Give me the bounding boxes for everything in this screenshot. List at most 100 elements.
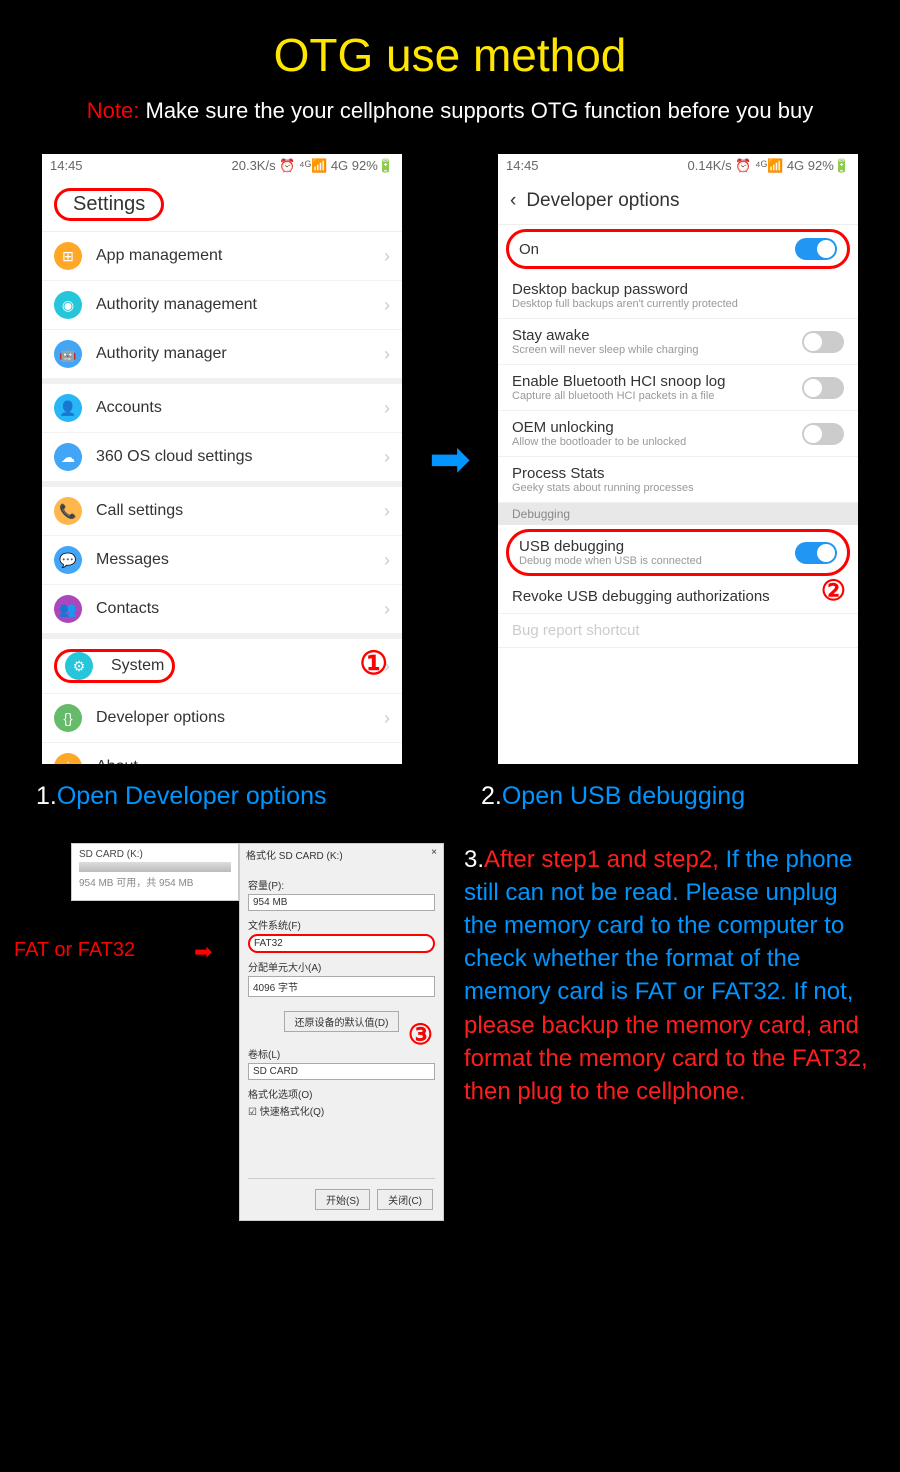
filesystem-field[interactable]: FAT32 bbox=[248, 934, 435, 953]
setting-label: Developer options bbox=[96, 709, 384, 727]
setting-icon: ◉ bbox=[54, 291, 82, 319]
list-item[interactable]: ⚙System› bbox=[42, 639, 402, 694]
restore-defaults-button[interactable]: 还原设备的默认值(D) bbox=[284, 1011, 400, 1032]
dev-item[interactable]: USB debuggingDebug mode when USB is conn… bbox=[506, 529, 850, 576]
s3-num: 3. bbox=[464, 846, 484, 873]
screens-row: 14:45 20.3K/s ⏰ ⁴ᴳ📶 4G 92%🔋 Settings ⊞Ap… bbox=[0, 154, 900, 764]
status-bar: 14:45 20.3K/s ⏰ ⁴ᴳ📶 4G 92%🔋 bbox=[42, 154, 402, 178]
chevron-icon: › bbox=[384, 246, 390, 267]
setting-label: Contacts bbox=[96, 600, 384, 618]
step-1-badge: ① bbox=[359, 644, 388, 682]
setting-icon: 👤 bbox=[54, 394, 82, 422]
setting-label: 360 OS cloud settings bbox=[96, 448, 384, 466]
dev-item[interactable]: Stay awakeScreen will never sleep while … bbox=[498, 319, 858, 365]
status-time: 14:45 bbox=[50, 158, 83, 174]
dev-item[interactable]: Bug report shortcut bbox=[498, 614, 858, 648]
status-time-2: 14:45 bbox=[506, 158, 539, 174]
quick-format-check[interactable]: ☑ 快速格式化(Q) bbox=[248, 1103, 435, 1118]
list-item[interactable]: ⊞App management› bbox=[42, 232, 402, 281]
drive-sub: 954 MB 可用，共 954 MB bbox=[79, 874, 231, 889]
format-area: FAT or FAT32 ➡ SD CARD (K:) 954 MB 可用，共 … bbox=[24, 843, 444, 1221]
drive-panel[interactable]: SD CARD (K:) 954 MB 可用，共 954 MB bbox=[71, 843, 239, 901]
dialog-title-text: 格式化 SD CARD (K:) bbox=[246, 847, 343, 862]
setting-icon: 👥 bbox=[54, 595, 82, 623]
volume-field[interactable]: SD CARD bbox=[248, 1063, 435, 1080]
setting-label: App management bbox=[96, 247, 384, 265]
arrow-icon: ➡ bbox=[420, 430, 480, 488]
s3-red2: please backup the memory card, and forma… bbox=[464, 1012, 868, 1105]
list-item[interactable]: 👤 Accounts› bbox=[42, 384, 402, 433]
step3-text: 3.After step1 and step2, If the phone st… bbox=[464, 843, 876, 1221]
phone-developer: 14:45 0.14K/s ⏰ ⁴ᴳ📶 4G 92%🔋 ‹ Developer … bbox=[498, 154, 858, 764]
list-item[interactable]: 💬 Messages› bbox=[42, 536, 402, 585]
chevron-icon: › bbox=[384, 757, 390, 765]
drive-bar bbox=[79, 862, 231, 872]
dev-item[interactable]: Desktop backup passwordDesktop full back… bbox=[498, 273, 858, 319]
toggle-on[interactable] bbox=[795, 542, 837, 564]
setting-label: Authority management bbox=[96, 296, 384, 314]
chevron-icon: › bbox=[384, 447, 390, 468]
cap2-text: Open USB debugging bbox=[502, 782, 745, 810]
list-item[interactable]: {}Developer options› bbox=[42, 694, 402, 743]
settings-title-circled: Settings bbox=[54, 188, 164, 221]
chevron-icon: › bbox=[384, 599, 390, 620]
setting-label: Messages bbox=[96, 551, 384, 569]
setting-label: Authority manager bbox=[96, 345, 384, 363]
caption-1: 1.Open Developer options bbox=[36, 782, 419, 811]
setting-label: Accounts bbox=[96, 399, 384, 417]
cap2-num: 2. bbox=[481, 782, 502, 810]
dev-item[interactable]: Enable Bluetooth HCI snoop logCapture al… bbox=[498, 365, 858, 411]
dev-item[interactable]: Revoke USB debugging authorizations bbox=[498, 580, 858, 614]
phone-settings: 14:45 20.3K/s ⏰ ⁴ᴳ📶 4G 92%🔋 Settings ⊞Ap… bbox=[42, 154, 402, 764]
quick-format-text: 快速格式化(Q) bbox=[260, 1107, 324, 1118]
note-label: Note: bbox=[87, 98, 140, 123]
chevron-icon: › bbox=[384, 398, 390, 419]
chevron-icon: › bbox=[384, 550, 390, 571]
toggle-off[interactable] bbox=[802, 423, 844, 445]
list-item[interactable]: 👥 Contacts› bbox=[42, 585, 402, 633]
section-header: Debugging bbox=[498, 503, 858, 525]
close-icon[interactable]: × bbox=[431, 847, 437, 862]
toggle-off[interactable] bbox=[802, 377, 844, 399]
dev-item[interactable]: Process StatsGeeky stats about running p… bbox=[498, 457, 858, 503]
capacity-field[interactable]: 954 MB bbox=[248, 894, 435, 911]
toggle-on[interactable] bbox=[795, 238, 837, 260]
s3-red1: After step1 and step2, bbox=[484, 846, 719, 873]
page-title: OTG use method bbox=[0, 0, 900, 98]
toggle-off[interactable] bbox=[802, 331, 844, 353]
fat-arrow-icon: ➡ bbox=[194, 939, 212, 965]
back-icon[interactable]: ‹ bbox=[510, 190, 516, 212]
list-item[interactable]: 📞Call settings› bbox=[42, 487, 402, 536]
filesystem-label: 文件系统(F) bbox=[248, 917, 435, 932]
chevron-icon: › bbox=[384, 344, 390, 365]
dev-header[interactable]: ‹ Developer options bbox=[498, 178, 858, 225]
step-3-badge: ③ bbox=[408, 1018, 433, 1051]
setting-icon: 📞 bbox=[54, 497, 82, 525]
setting-icon: 💬 bbox=[54, 546, 82, 574]
dev-title: Developer options bbox=[526, 190, 679, 212]
close-button[interactable]: 关闭(C) bbox=[377, 1189, 433, 1210]
setting-icon: i bbox=[54, 753, 82, 764]
chevron-icon: › bbox=[384, 295, 390, 316]
step-2-badge: ② bbox=[821, 574, 846, 607]
chevron-icon: › bbox=[384, 708, 390, 729]
caption-2: 2.Open USB debugging bbox=[419, 782, 864, 811]
allocation-field[interactable]: 4096 字节 bbox=[248, 976, 435, 997]
dev-item[interactable]: OEM unlockingAllow the bootloader to be … bbox=[498, 411, 858, 457]
dialog-titlebar: 格式化 SD CARD (K:) × bbox=[240, 844, 443, 865]
list-item[interactable]: 🤖Authority manager› bbox=[42, 330, 402, 378]
start-button[interactable]: 开始(S) bbox=[315, 1189, 370, 1210]
setting-label: About bbox=[96, 758, 384, 764]
settings-header: Settings bbox=[42, 178, 402, 232]
list-item[interactable]: i About› bbox=[42, 743, 402, 764]
list-item[interactable]: ☁ 360 OS cloud settings› bbox=[42, 433, 402, 481]
fat-label: FAT or FAT32 bbox=[14, 939, 135, 962]
dev-item[interactable]: On bbox=[506, 229, 850, 269]
status-right: 20.3K/s ⏰ ⁴ᴳ📶 4G 92%🔋 bbox=[232, 158, 395, 174]
setting-icon: ☁ bbox=[54, 443, 82, 471]
options-label: 格式化选项(O) bbox=[248, 1086, 435, 1101]
drive-title: SD CARD (K:) bbox=[79, 849, 231, 860]
list-item[interactable]: ◉ Authority management› bbox=[42, 281, 402, 330]
cap1-text: Open Developer options bbox=[57, 782, 327, 810]
format-dialog: 格式化 SD CARD (K:) × 容量(P): 954 MB 文件系统(F)… bbox=[239, 843, 444, 1221]
